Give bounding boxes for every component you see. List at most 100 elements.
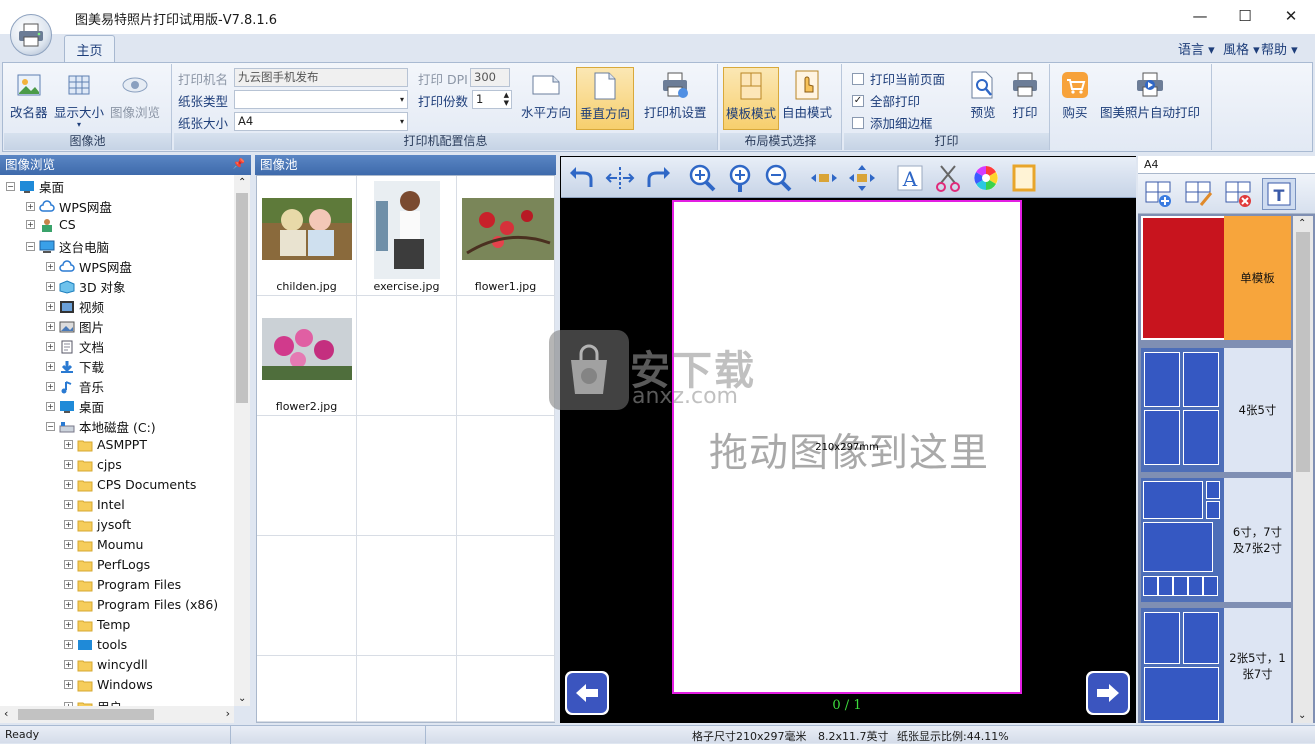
flip-horizontal-icon[interactable] — [605, 163, 635, 193]
tree-item[interactable]: + wincydll — [64, 657, 148, 672]
tree-item[interactable]: + PerfLogs — [64, 557, 150, 572]
paper-size-select[interactable]: A4 ▾ — [234, 112, 408, 131]
tree-item[interactable]: + 文档 — [46, 337, 104, 356]
tab-main[interactable]: 主页 — [64, 35, 115, 63]
tree-item[interactable]: + CS — [26, 217, 76, 232]
template-scrollbar[interactable]: ⌃ ⌄ — [1293, 216, 1313, 723]
expand-icon[interactable]: + — [64, 560, 73, 569]
tree-item[interactable]: + WPS网盘 — [46, 257, 132, 276]
zoom-fit-icon[interactable] — [725, 163, 755, 193]
tree-item[interactable]: + WPS网盘 — [26, 197, 112, 216]
scroll-up-icon[interactable]: ⌃ — [238, 177, 246, 188]
pool-image-cell[interactable]: exercise.jpg — [357, 176, 457, 296]
expand-icon[interactable]: + — [46, 282, 55, 291]
minimize-button[interactable]: — — [1177, 0, 1223, 32]
display-size-button[interactable]: 显示大小 ▾ — [54, 70, 104, 129]
template-single[interactable]: 单模板 — [1141, 216, 1291, 340]
expand-icon[interactable]: + — [64, 500, 73, 509]
tree-item[interactable]: + cjps — [64, 457, 122, 472]
app-menu-button[interactable] — [10, 14, 52, 56]
rename-button[interactable]: 改名器 — [10, 70, 48, 121]
color-wheel-icon[interactable] — [971, 163, 1001, 193]
add-template-icon[interactable] — [1144, 179, 1174, 209]
expand-icon[interactable]: + — [46, 362, 55, 371]
tree-item[interactable]: + jysoft — [64, 517, 131, 532]
scroll-down-icon[interactable]: ⌄ — [1298, 710, 1306, 721]
print-page[interactable]: 拖动图像到这里 210x297mm — [672, 200, 1022, 694]
close-button[interactable]: ✕ — [1268, 0, 1314, 32]
auto-print-button[interactable]: 图美照片自动打印 — [1100, 70, 1200, 121]
tree-item[interactable]: + 桌面 — [46, 397, 104, 416]
tree-item[interactable]: + Windows — [64, 677, 153, 692]
scroll-down-icon[interactable]: ⌄ — [238, 693, 246, 704]
vertical-orientation-button[interactable]: 垂直方向 — [576, 67, 634, 130]
tree-item[interactable]: − 本地磁盘 (C:) — [46, 417, 156, 436]
expand-icon[interactable]: + — [64, 620, 73, 629]
image-browse-button[interactable]: 图像浏览 — [110, 70, 160, 121]
paper-type-select[interactable]: ▾ — [234, 90, 408, 109]
add-border-checkbox[interactable]: 添加细边框 — [852, 113, 933, 132]
expand-icon[interactable]: + — [46, 402, 55, 411]
template-6-7-2inch[interactable]: 6寸，7寸及7张2寸 — [1141, 478, 1291, 602]
move-horizontal-icon[interactable] — [809, 163, 839, 193]
scroll-thumb[interactable] — [18, 709, 154, 720]
expand-icon[interactable]: + — [64, 480, 73, 489]
tree-item[interactable]: + Temp — [64, 617, 130, 632]
tree-item[interactable]: + 音乐 — [46, 377, 104, 396]
tree-item[interactable]: + CPS Documents — [64, 477, 196, 492]
maximize-button[interactable]: ☐ — [1222, 0, 1268, 32]
tree-item[interactable]: + tools — [64, 637, 127, 652]
print-all-checkbox[interactable]: ✓ 全部打印 — [852, 91, 920, 110]
tree-item[interactable]: − 桌面 — [6, 177, 64, 196]
template-2x5-1x7inch[interactable]: 2张5寸，1张7寸 — [1141, 608, 1291, 723]
scroll-thumb[interactable] — [236, 193, 248, 403]
rotate-left-icon[interactable] — [567, 163, 597, 193]
text-icon[interactable]: A — [895, 163, 925, 193]
print-button[interactable]: 打印 — [1010, 70, 1040, 121]
scroll-left-icon[interactable]: ‹ — [4, 707, 8, 720]
zoom-in-icon[interactable] — [687, 163, 717, 193]
tree-item[interactable]: + Program Files — [64, 577, 181, 592]
print-current-checkbox[interactable]: 打印当前页面 — [852, 69, 945, 88]
expand-icon[interactable]: + — [46, 262, 55, 271]
pool-image-cell[interactable]: flower2.jpg — [257, 296, 357, 416]
printer-settings-button[interactable]: 打印机设置 — [644, 70, 707, 121]
expand-icon[interactable]: + — [64, 440, 73, 449]
move-all-icon[interactable] — [847, 163, 877, 193]
tree-item[interactable]: + 视频 — [46, 297, 104, 316]
expand-icon[interactable]: + — [64, 540, 73, 549]
tree-vertical-scrollbar[interactable]: ⌃ ⌄ — [234, 175, 250, 706]
tree-item[interactable]: + 下载 — [46, 357, 104, 376]
buy-button[interactable]: 购买 — [1060, 70, 1090, 121]
expand-icon[interactable]: + — [64, 460, 73, 469]
rotate-right-icon[interactable] — [643, 163, 673, 193]
tree-item[interactable]: + Intel — [64, 497, 125, 512]
scissors-icon[interactable] — [933, 163, 963, 193]
expand-icon[interactable]: + — [64, 580, 73, 589]
template-4x5inch[interactable]: 4张5寸 — [1141, 348, 1291, 472]
collapse-icon[interactable]: − — [46, 422, 55, 431]
expand-icon[interactable]: + — [64, 520, 73, 529]
expand-icon[interactable]: + — [46, 322, 55, 331]
menu-language[interactable]: 语言 ▾ — [1178, 39, 1215, 58]
tree-item[interactable]: + Program Files (x86) — [64, 597, 218, 612]
scroll-up-icon[interactable]: ⌃ — [1298, 218, 1306, 229]
expand-icon[interactable]: + — [46, 342, 55, 351]
pin-icon[interactable]: 📌 — [233, 155, 245, 175]
expand-icon[interactable]: + — [64, 640, 73, 649]
tree-item[interactable]: +用户 — [64, 697, 122, 706]
printer-name-field[interactable]: 九云图手机发布 — [234, 68, 408, 87]
pool-image-cell[interactable]: childen.jpg — [257, 176, 357, 296]
expand-icon[interactable]: + — [46, 382, 55, 391]
zoom-out-icon[interactable] — [763, 163, 793, 193]
copies-stepper[interactable]: 1 ▲ ▼ — [472, 90, 512, 109]
expand-icon[interactable]: + — [26, 202, 35, 211]
scroll-thumb[interactable] — [1296, 232, 1310, 472]
tree-item[interactable]: + ASMPPT — [64, 437, 147, 452]
expand-icon[interactable]: + — [64, 680, 73, 689]
delete-template-icon[interactable] — [1224, 179, 1254, 209]
menu-style[interactable]: 風格 ▾ — [1223, 39, 1260, 58]
pool-image-cell[interactable]: flower1.jpg — [457, 176, 555, 296]
template-mode-button[interactable]: 模板模式 — [723, 67, 779, 130]
free-mode-button[interactable]: 自由模式 — [782, 70, 832, 121]
